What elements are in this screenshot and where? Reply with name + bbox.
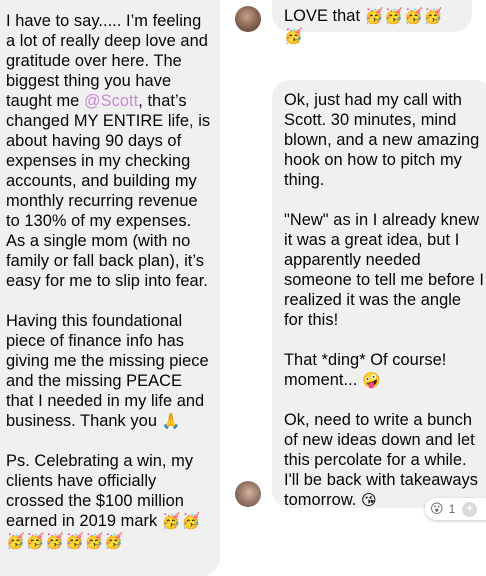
message-paragraph-2: Having this foundational piece of financ… bbox=[6, 311, 214, 431]
message-bubble-call-recap[interactable]: Ok, just had my call with Scott. 30 minu… bbox=[272, 80, 486, 510]
message-bubble-gratitude[interactable]: I have to say..... I’m feeling a lot of … bbox=[0, 0, 220, 576]
message-text-run: , that’s changed MY ENTIRE life, is abou… bbox=[6, 92, 215, 290]
reaction-count: 1 bbox=[448, 502, 456, 516]
message-text-run: LOVE that bbox=[284, 7, 365, 25]
paragraph-spacer: ​ bbox=[284, 390, 484, 410]
add-reaction-icon[interactable]: + bbox=[462, 501, 478, 517]
paragraph-spacer: ​ bbox=[284, 190, 484, 210]
message-paragraph-1: I have to say..... I’m feeling a lot of … bbox=[6, 11, 214, 291]
reaction-summary[interactable]: 😮 1 + bbox=[425, 498, 486, 520]
surprised-reaction-icon: 😮 bbox=[430, 501, 444, 517]
message-text-run: Ok, need to write a bunch of new ideas d… bbox=[284, 411, 483, 509]
kissing-face-emoji: 😘 bbox=[361, 491, 377, 509]
message-paragraph-3: That *ding* Of course! moment... 🤪 bbox=[284, 350, 484, 390]
message-paragraph-2: "New" as in I already knew it was a grea… bbox=[284, 211, 484, 329]
message-bubble-love[interactable]: LOVE that 🥳🥳🥳🥳🥳 bbox=[272, 0, 472, 45]
sender-avatar[interactable] bbox=[235, 6, 261, 32]
zany-face-emoji: 🤪 bbox=[361, 371, 381, 389]
message-text: LOVE that 🥳🥳🥳🥳🥳 bbox=[284, 6, 462, 46]
message-paragraph-1: Ok, just had my call with Scott. 30 minu… bbox=[284, 91, 484, 189]
folded-hands-emoji: 🙏 bbox=[161, 412, 181, 430]
mention-link-scott[interactable]: @Scott bbox=[84, 92, 138, 110]
paragraph-spacer: ​ bbox=[6, 291, 214, 311]
paragraph-spacer: ​ bbox=[6, 431, 214, 451]
sender-avatar[interactable] bbox=[235, 481, 261, 507]
message-text-run: Having this foundational piece of financ… bbox=[6, 312, 214, 430]
message-paragraph-4: Ok, need to write a bunch of new ideas d… bbox=[284, 410, 484, 510]
paragraph-spacer: ​ bbox=[284, 330, 484, 350]
message-paragraph-3: Ps. Celebrating a win, my clients have o… bbox=[6, 451, 214, 551]
